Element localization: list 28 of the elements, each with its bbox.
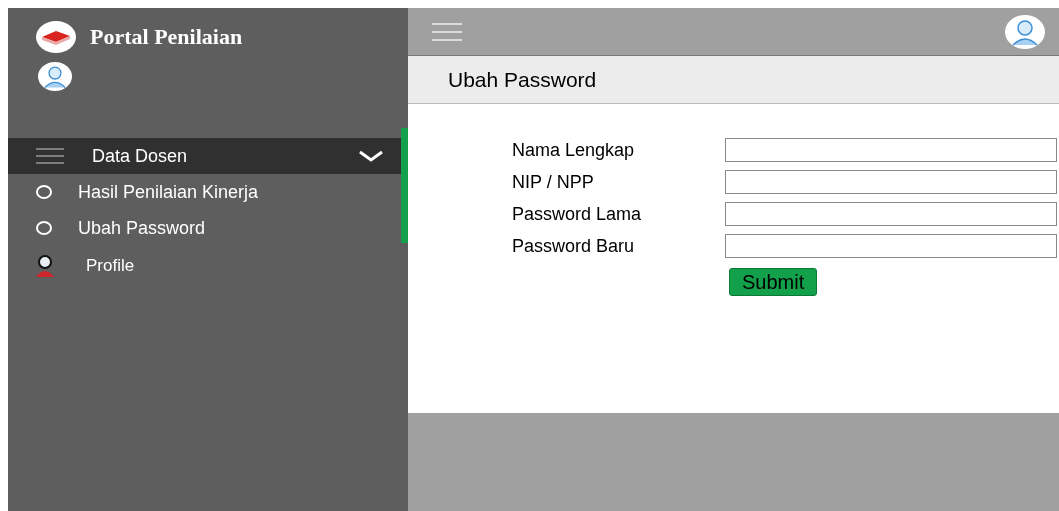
field-label: NIP / NPP: [512, 171, 595, 193]
submenu-item[interactable]: Ubah Password: [36, 210, 206, 246]
menu-icon: [36, 148, 64, 164]
input-field[interactable]: [725, 234, 1057, 258]
profile-label: Profile: [86, 256, 135, 276]
submenu-label: Ubah Password: [78, 217, 206, 239]
user-avatar-icon: [38, 62, 72, 91]
menu-group-label: Data Dosen: [92, 145, 189, 167]
brand-title: Portal Penilaian: [90, 24, 243, 50]
input-field[interactable]: [725, 138, 1057, 162]
page-title: Ubah Password: [448, 67, 597, 92]
field-label: Password Lama: [512, 203, 643, 225]
input-field[interactable]: [725, 202, 1057, 226]
book-logo-icon: [36, 21, 76, 53]
input-field[interactable]: [725, 170, 1057, 194]
field-label: Nama Lengkap: [512, 139, 636, 161]
user-avatar-icon: [1005, 14, 1045, 49]
circle-icon: [36, 221, 52, 235]
menu-icon[interactable]: [432, 22, 462, 41]
person-icon: [36, 255, 54, 277]
submit-button[interactable]: Submit: [729, 268, 818, 296]
profile-menu-item[interactable]: Profile: [36, 246, 135, 286]
submenu-label: Hasil Penilaian Kinerja: [78, 181, 259, 203]
field-label: Password Baru: [512, 235, 636, 257]
submenu-item[interactable]: Hasil Penilaian Kinerja: [36, 174, 259, 210]
chevron-icon: [358, 149, 384, 163]
circle-icon: [36, 185, 52, 199]
scrollbar[interactable]: [401, 128, 408, 243]
